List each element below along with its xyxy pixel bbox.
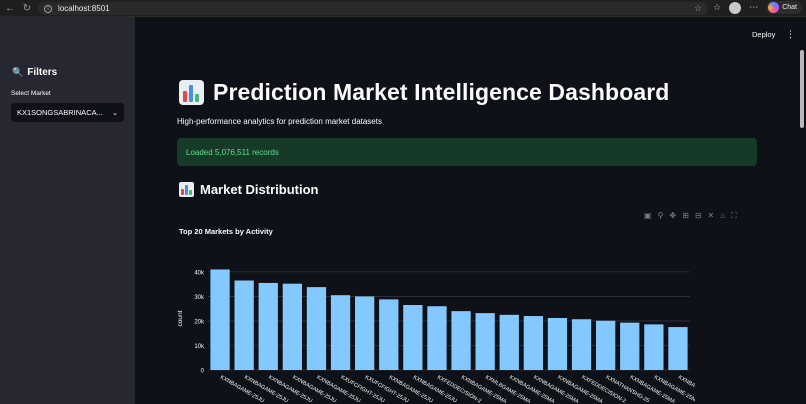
- bar[interactable]: [379, 299, 399, 370]
- page-title-text: Prediction Market Intelligence Dashboard: [213, 79, 670, 105]
- x-tick-label: KXNBAGAME-25JU: [412, 375, 458, 404]
- page-subtitle: High-performance analytics for predictio…: [177, 117, 382, 126]
- zoom-in-icon[interactable]: ⊞: [682, 211, 689, 221]
- avatar[interactable]: [729, 1, 742, 14]
- reload-icon[interactable]: ↻: [20, 1, 34, 15]
- camera-icon[interactable]: ▣: [644, 211, 652, 221]
- deploy-button[interactable]: Deploy: [752, 30, 775, 39]
- market-select-value: KX1SONGSABRINACA...: [17, 108, 103, 117]
- sidebar: 🔍 Filters Select Market KX1SONGSABRINACA…: [0, 17, 135, 404]
- bar[interactable]: [475, 313, 495, 370]
- search-icon: 🔍: [12, 67, 24, 77]
- chat-icon: [768, 2, 780, 13]
- success-text: Loaded 5,076,511 records: [186, 147, 279, 157]
- bar[interactable]: [596, 320, 616, 370]
- y-tick-label: 40k: [194, 270, 205, 276]
- x-tick-label: KXNBAGAME-25JU: [243, 375, 289, 404]
- y-tick-label: 30k: [194, 295, 205, 301]
- bar[interactable]: [306, 287, 327, 370]
- x-tick-label: KXNBAGAME-25JU: [315, 375, 361, 404]
- zoom-icon[interactable]: ⚲: [658, 211, 664, 221]
- bar[interactable]: [499, 314, 519, 370]
- page-title: Prediction Market Intelligence Dashboard: [179, 79, 669, 106]
- x-tick-label: KXNBAGAME-25JU: [267, 375, 313, 404]
- autoscale-icon[interactable]: ✕: [708, 211, 715, 221]
- bar[interactable]: [355, 296, 375, 370]
- more-icon[interactable]: ⋯: [749, 2, 758, 13]
- bar[interactable]: [234, 280, 254, 370]
- back-icon[interactable]: ←: [3, 1, 17, 15]
- chart-modebar: ▣ ⚲ ✥ ⊞ ⊟ ✕ ⌂ ⛶: [644, 211, 737, 221]
- section-title: Market Distribution: [179, 182, 318, 197]
- bar[interactable]: [523, 316, 543, 370]
- x-tick-label: KXUFCFIGHT-25JU: [364, 375, 410, 404]
- y-axis-label: count: [177, 310, 184, 326]
- x-tick-label: KXNBAGAME-25JU: [388, 375, 434, 404]
- x-tick-label: KXFEDDECISION-2: [436, 375, 482, 404]
- bar[interactable]: [330, 295, 351, 370]
- sidebar-title: 🔍 Filters: [12, 67, 57, 78]
- bar[interactable]: [668, 327, 688, 370]
- favorites-icon[interactable]: ☆: [713, 2, 721, 13]
- url-text: localhost:8501: [58, 4, 110, 13]
- scrollbar[interactable]: [800, 50, 804, 128]
- bar[interactable]: [571, 319, 592, 370]
- bar[interactable]: [258, 282, 278, 370]
- y-tick-label: 0: [201, 369, 205, 375]
- chat-button[interactable]: Chat: [766, 1, 802, 14]
- chart-title: Top 20 Markets by Activity: [179, 227, 273, 236]
- zoom-out-icon[interactable]: ⊟: [695, 211, 702, 221]
- bar[interactable]: [210, 269, 230, 370]
- info-icon[interactable]: i: [44, 4, 52, 13]
- main-menu-icon[interactable]: ⋮: [786, 29, 795, 40]
- bar[interactable]: [282, 283, 302, 370]
- chevron-down-icon[interactable]: ⌄: [112, 109, 118, 117]
- select-market-label: Select Market: [11, 90, 51, 97]
- chart-emoji-icon: [179, 80, 204, 105]
- y-tick-label: 10k: [194, 344, 205, 350]
- bar[interactable]: [547, 318, 568, 370]
- address-bar[interactable]: i localhost:8501 ☆: [38, 2, 708, 15]
- bar[interactable]: [644, 324, 664, 370]
- x-tick-label: KXNATHANSHD-25: [605, 375, 651, 404]
- chart-emoji-icon: [179, 182, 194, 197]
- x-tick-label: KXNBAGAME-25JU: [219, 375, 265, 404]
- bar-chart[interactable]: 010k20k30k40kcountKXNBAGAME-25JUKXNBAGAM…: [175, 257, 695, 404]
- bar[interactable]: [451, 311, 471, 370]
- y-tick-label: 20k: [194, 319, 205, 325]
- star-icon[interactable]: ☆: [694, 2, 702, 15]
- browser-toolbar: ← ↻ i localhost:8501 ☆ ☆ ⋯ Chat: [0, 0, 806, 17]
- bar[interactable]: [403, 305, 423, 370]
- bar[interactable]: [620, 322, 640, 370]
- x-tick-label: KXUFCFIGHT-25JU: [340, 375, 386, 404]
- sidebar-title-text: Filters: [27, 67, 58, 78]
- x-tick-label: KXNBAGAME-25JU: [291, 375, 337, 404]
- market-select[interactable]: KX1SONGSABRINACA... ⌄: [11, 103, 124, 122]
- chat-label: Chat: [782, 4, 797, 11]
- home-icon[interactable]: ⌂: [720, 211, 725, 221]
- fullscreen-icon[interactable]: ⛶: [731, 211, 737, 221]
- pan-icon[interactable]: ✥: [669, 211, 676, 221]
- section-title-text: Market Distribution: [200, 182, 319, 197]
- success-alert: Loaded 5,076,511 records: [177, 138, 757, 166]
- bar[interactable]: [427, 306, 447, 370]
- main-content: Deploy ⋮ Prediction Market Intelligence …: [135, 17, 806, 404]
